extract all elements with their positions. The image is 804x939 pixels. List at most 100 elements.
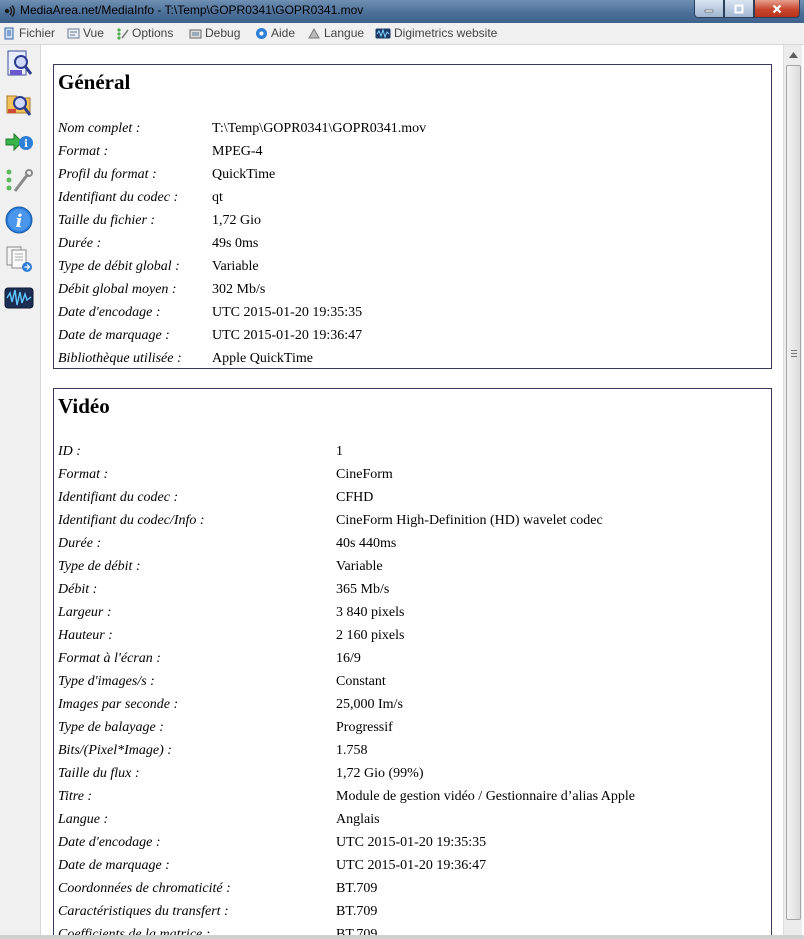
info-row: Langue : Anglais xyxy=(58,809,380,831)
digimetrics-button[interactable] xyxy=(4,283,34,313)
info-row-key: Langue : xyxy=(58,812,109,827)
info-row: Profil du format : QuickTime xyxy=(58,164,275,186)
minimize-icon xyxy=(704,9,714,12)
menu-aide[interactable]: Aide xyxy=(255,26,295,40)
menu-options-label: Options xyxy=(132,26,174,40)
section-general-title: Général xyxy=(58,70,131,94)
maximize-button[interactable] xyxy=(724,0,754,18)
info-content[interactable]: Général Nom complet : T:\Temp\GOPR0341\GO… xyxy=(42,45,783,939)
info-row: Type d'images/s : Constant xyxy=(58,671,386,693)
info-row-key: Bibliothèque utilisée : xyxy=(58,351,182,366)
info-row-value: Apple QuickTime xyxy=(212,351,313,366)
waveform-icon xyxy=(4,287,34,309)
menu-fichier-label: Fichier xyxy=(19,26,56,40)
info-row-key: Identifiant du codec/Info : xyxy=(58,513,205,528)
info-row-value: Module de gestion vidéo / Gestionnaire d… xyxy=(336,789,635,804)
info-row-key: Date d'encodage : xyxy=(58,305,161,320)
info-row-key: Taille du flux : xyxy=(58,766,140,781)
info-row: ID : 1 xyxy=(58,441,343,463)
file-icon xyxy=(4,27,14,39)
svg-text:i: i xyxy=(16,211,23,232)
section-video: Vidéo ID : 1 Format : CineForm Identifiant d… xyxy=(53,388,772,939)
info-row-value: 365 Mb/s xyxy=(336,582,390,597)
vertical-scrollbar[interactable] xyxy=(783,45,802,935)
info-row: Type de débit global : Variable xyxy=(58,256,259,278)
info-row-key: Date de marquage : xyxy=(58,858,170,873)
info-row-value: UTC 2015-01-20 19:36:47 xyxy=(212,328,363,343)
open-file-button[interactable] xyxy=(4,49,34,79)
menu-debug[interactable]: Debug xyxy=(189,26,240,40)
info-row-value: qt xyxy=(212,190,223,205)
window-title: MediaArea.net/MediaInfo - T:\Temp\GOPR03… xyxy=(20,3,364,17)
info-row: Débit global moyen : 302 Mb/s xyxy=(58,279,265,301)
scroll-thumb[interactable] xyxy=(786,65,801,920)
menu-digimetrics-website[interactable]: Digimetrics website xyxy=(375,26,497,40)
options-icon xyxy=(117,27,129,40)
info-row-value: 25,000 Im/s xyxy=(336,697,403,712)
scroll-grip-line xyxy=(791,356,797,357)
window-bottom-edge xyxy=(0,935,804,939)
minimize-button[interactable] xyxy=(694,0,724,18)
close-button[interactable] xyxy=(754,0,800,18)
info-row-key: Type de balayage : xyxy=(58,720,164,735)
info-row-value: CFHD xyxy=(336,490,374,505)
info-row-key: Largeur : xyxy=(58,605,112,620)
menu-langue[interactable]: Langue xyxy=(308,26,364,40)
info-row-key: Identifiant du codec : xyxy=(58,190,179,205)
language-icon xyxy=(308,27,320,38)
info-row: Type de débit : Variable xyxy=(58,556,383,578)
title-bar[interactable]: MediaArea.net/MediaInfo - T:\Temp\GOPR03… xyxy=(0,0,804,23)
info-row-key: Type de débit global : xyxy=(58,259,180,274)
info-row-key: Durée : xyxy=(58,536,102,551)
scroll-up-button[interactable] xyxy=(785,47,801,63)
info-row-value: UTC 2015-01-20 19:35:35 xyxy=(336,835,487,850)
info-row-value: CineForm xyxy=(336,467,393,482)
export-button[interactable]: i xyxy=(4,127,34,157)
info-row: Caractéristiques du transfert : BT.709 xyxy=(58,901,377,923)
info-row: Taille du flux : 1,72 Gio (99%) xyxy=(58,763,424,785)
info-row-value: BT.709 xyxy=(336,881,378,896)
open-folder-button[interactable] xyxy=(4,88,34,118)
about-button[interactable]: i xyxy=(4,205,34,235)
info-row-value: Constant xyxy=(336,674,386,689)
info-row-key: Caractéristiques du transfert : xyxy=(58,904,229,919)
info-row-value: CineForm High-Definition (HD) wavelet co… xyxy=(336,513,603,528)
info-row-key: ID : xyxy=(58,444,81,459)
menu-options[interactable]: Options xyxy=(116,26,173,40)
update-button[interactable] xyxy=(4,244,34,274)
info-row-value: Anglais xyxy=(336,812,380,827)
info-row-value: UTC 2015-01-20 19:35:35 xyxy=(212,305,363,320)
info-row-key: Débit : xyxy=(58,582,98,597)
info-row-value: 40s 440ms xyxy=(336,536,397,551)
info-row-key: Taille du fichier : xyxy=(58,213,156,228)
info-row: Nom complet : T:\Temp\GOPR0341\GOPR0341.m… xyxy=(58,118,426,140)
arrow-up-icon xyxy=(788,52,798,58)
info-row-value: 49s 0ms xyxy=(212,236,259,251)
debug-icon xyxy=(189,29,202,38)
svg-text:i: i xyxy=(24,139,28,150)
menu-aide-label: Aide xyxy=(271,26,296,40)
info-row-value: T:\Temp\GOPR0341\GOPR0341.mov xyxy=(212,121,427,136)
info-row-value: 16/9 xyxy=(336,651,361,666)
info-row-value: 1,72 Gio (99%) xyxy=(336,766,424,781)
info-row-key: Durée : xyxy=(58,236,102,251)
help-icon xyxy=(256,27,267,39)
info-row-key: Coordonnées de chromaticité : xyxy=(58,881,231,896)
info-row-key: Hauteur : xyxy=(58,628,113,643)
info-row-value: MPEG-4 xyxy=(212,144,263,159)
preferences-button[interactable] xyxy=(4,166,34,196)
info-row-key: Format à l'écran : xyxy=(58,651,161,666)
info-row-key: Bits/(Pixel*Image) : xyxy=(58,743,172,758)
info-row: Coordonnées de chromaticité : BT.709 xyxy=(58,878,377,900)
preferences-icon xyxy=(6,169,33,192)
window-controls xyxy=(694,0,800,18)
menu-vue[interactable]: Vue xyxy=(67,26,104,40)
info-row: Débit : 365 Mb/s xyxy=(58,579,389,601)
info-row: Identifiant du codec : CFHD xyxy=(58,487,373,509)
export-info-icon: i xyxy=(5,132,33,152)
menu-fichier[interactable]: Fichier xyxy=(3,26,55,40)
info-row-value: QuickTime xyxy=(212,167,276,182)
info-row-value: 302 Mb/s xyxy=(212,282,266,297)
info-row: Format : MPEG-4 xyxy=(58,141,263,163)
open-file-icon xyxy=(7,50,33,76)
